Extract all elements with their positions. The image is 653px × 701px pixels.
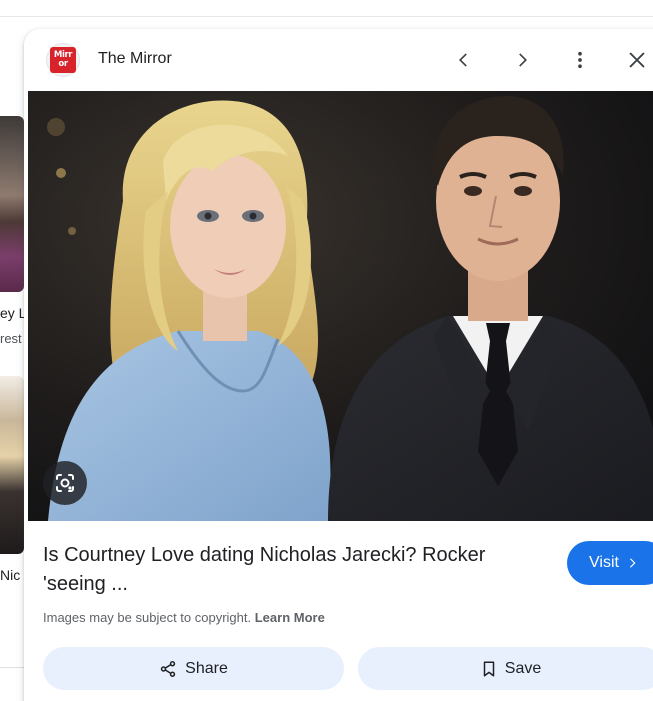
close-button[interactable] — [620, 43, 653, 77]
previous-button[interactable] — [447, 43, 481, 77]
learn-more-link[interactable]: Learn More — [255, 610, 325, 625]
mirror-logo-icon: Mirr or — [50, 47, 76, 73]
close-icon — [629, 52, 645, 68]
image-preview-panel: Mirr or The Mirror Is Courtney Love dati… — [24, 29, 653, 701]
panel-header: Mirr or The Mirror — [24, 29, 653, 91]
next-button[interactable] — [505, 43, 539, 77]
google-lens-button[interactable] — [43, 461, 87, 505]
visit-button[interactable]: Visit — [567, 541, 653, 585]
favicon-text-line: or — [58, 59, 68, 69]
bookmark-icon — [483, 661, 495, 676]
photo-illustration — [28, 91, 653, 521]
visit-label: Visit — [589, 554, 619, 571]
share-icon — [160, 660, 176, 677]
source-favicon[interactable]: Mirr or — [46, 43, 80, 77]
background-result-source: rest — [0, 331, 22, 346]
chevron-right-icon — [629, 558, 636, 568]
google-lens-icon — [56, 474, 74, 492]
result-title[interactable]: Is Courtney Love dating Nicholas Jarecki… — [43, 541, 543, 599]
top-divider — [0, 16, 653, 17]
bottom-divider — [0, 667, 24, 668]
background-result-title[interactable]: Nic — [0, 567, 26, 583]
save-label: Save — [504, 659, 542, 677]
more-options-button[interactable] — [563, 43, 597, 77]
preview-image[interactable] — [28, 91, 653, 521]
background-result-thumbnail[interactable] — [0, 116, 24, 292]
chevron-left-icon — [459, 53, 467, 67]
copyright-notice: Images may be subject to copyright. Lear… — [43, 610, 325, 625]
chevron-right-icon — [519, 53, 527, 67]
background-result-title[interactable]: ey L — [0, 305, 26, 321]
share-label: Share — [185, 659, 228, 677]
share-button[interactable]: Share — [43, 647, 344, 690]
copyright-text: Images may be subject to copyright. — [43, 610, 252, 625]
background-result-thumbnail[interactable] — [0, 376, 24, 554]
more-vert-icon — [578, 51, 582, 69]
source-name[interactable]: The Mirror — [98, 50, 172, 68]
save-button[interactable]: Save — [358, 647, 653, 690]
page: ey L rest Nic Mirr or The Mirror Is Cour… — [0, 0, 653, 701]
